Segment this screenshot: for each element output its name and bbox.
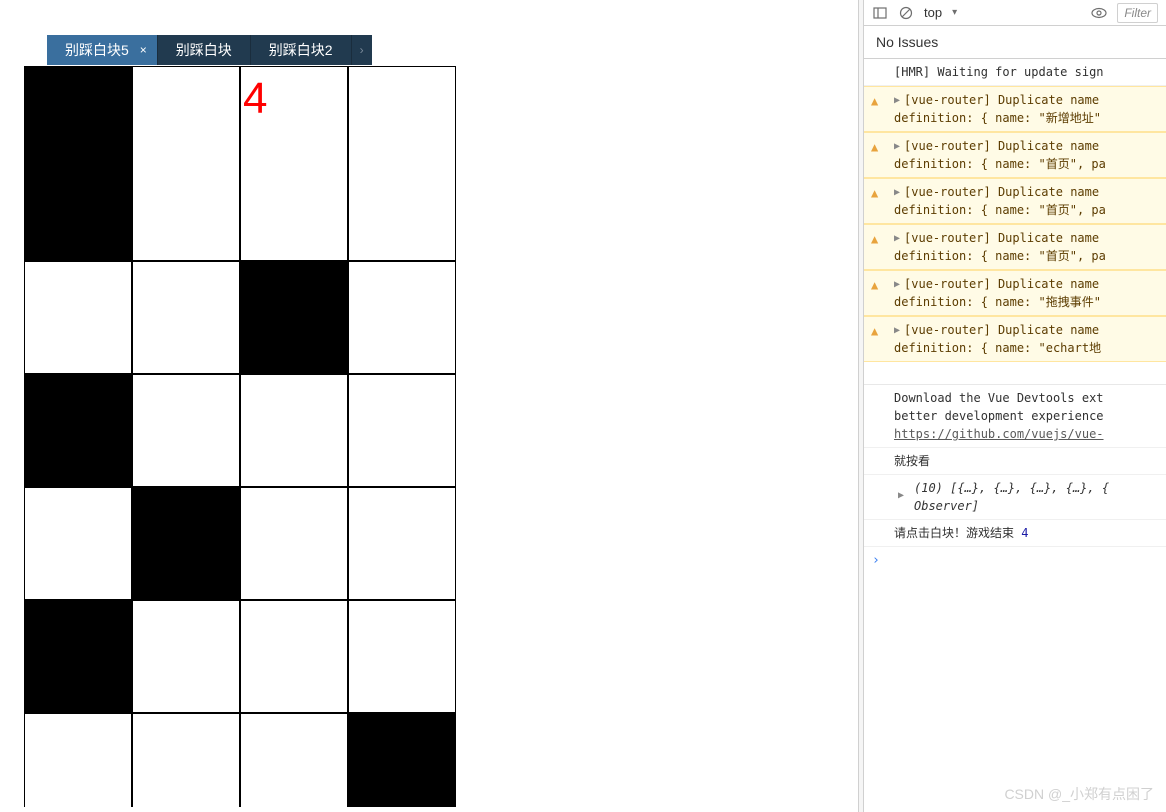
white-tile[interactable] [24,713,132,807]
console-warning[interactable]: ▲▶[vue-router] Duplicate namedefinition:… [864,86,1166,132]
watermark: CSDN @_小郑有点困了 [1004,784,1154,804]
expand-arrow-icon[interactable]: ▶ [894,277,900,292]
console-log[interactable]: 就按看 [864,448,1166,475]
game-container: 别踩白块5 × 别踩白块 别踩白块2 › 4 [24,32,456,807]
tabs-bar: 别踩白块5 × 别踩白块 别踩白块2 › [47,35,456,65]
console-log[interactable]: 请点击白块！游戏结束 4 [864,520,1166,547]
tab-scroll-right[interactable]: › [352,35,372,65]
expand-arrow-icon[interactable]: ▶ [898,488,904,503]
console-toolbar: top ▾ Filter [864,0,1166,26]
warning-icon: ▲ [871,138,878,156]
white-tile[interactable] [240,487,348,600]
console-log[interactable]: [HMR] Waiting for update sign [864,59,1166,86]
black-tile[interactable] [24,600,132,713]
tab-label: 别踩白块 [176,40,232,60]
console-warning[interactable]: ▲▶[vue-router] Duplicate namedefinition:… [864,132,1166,178]
console-warning[interactable]: ▲▶[vue-router] Duplicate namedefinition:… [864,224,1166,270]
console-warning[interactable]: ▲▶[vue-router] Duplicate namedefinition:… [864,178,1166,224]
white-tile[interactable] [132,261,240,374]
issues-bar[interactable]: No Issues [864,26,1166,59]
white-tile[interactable] [348,600,456,713]
expand-arrow-icon[interactable]: ▶ [894,185,900,200]
console-prompt[interactable]: › [864,547,1166,574]
clear-console-icon[interactable] [898,5,914,21]
white-tile[interactable] [240,713,348,807]
expand-arrow-icon[interactable]: ▶ [894,139,900,154]
devtools-panel: top ▾ Filter No Issues [HMR] Waiting for… [864,0,1166,812]
black-tile[interactable] [24,374,132,487]
white-tile[interactable] [132,600,240,713]
tab[interactable]: 别踩白块5 × [47,35,158,65]
app-preview-pane: 别踩白块5 × 别踩白块 别踩白块2 › 4 [0,0,858,812]
context-chevron-icon[interactable]: ▾ [952,7,957,18]
warning-icon: ▲ [871,92,878,110]
console-warning[interactable]: ▲▶[vue-router] Duplicate namedefinition:… [864,316,1166,362]
black-tile[interactable] [24,66,132,261]
warning-icon: ▲ [871,230,878,248]
expand-arrow-icon[interactable]: ▶ [894,323,900,338]
console-body: [HMR] Waiting for update sign▲▶[vue-rout… [864,59,1166,574]
score-display: 4 [243,74,267,124]
white-tile[interactable] [348,487,456,600]
white-tile[interactable] [240,600,348,713]
black-tile[interactable] [240,261,348,374]
white-tile[interactable] [24,487,132,600]
tab[interactable]: 别踩白块 [158,35,251,65]
white-tile[interactable] [132,374,240,487]
expand-arrow-icon[interactable]: ▶ [894,93,900,108]
close-icon[interactable]: × [140,43,147,57]
white-tile[interactable] [348,374,456,487]
sidebar-toggle-icon[interactable] [872,5,888,21]
filter-input[interactable]: Filter [1117,3,1158,23]
tab-label: 别踩白块2 [269,40,333,60]
white-tile[interactable] [348,66,456,261]
console-object[interactable]: ▶(10) [{…}, {…}, {…}, {…}, {Observer] [864,475,1166,520]
black-tile[interactable] [132,487,240,600]
white-tile[interactable] [24,261,132,374]
console-log[interactable]: Download the Vue Devtools extbetter deve… [864,384,1166,448]
warning-icon: ▲ [871,184,878,202]
black-tile[interactable] [348,713,456,807]
warning-icon: ▲ [871,322,878,340]
warning-icon: ▲ [871,276,878,294]
tab-label: 别踩白块5 [65,40,129,60]
tab[interactable]: 别踩白块2 [251,35,352,65]
console-warning[interactable]: ▲▶[vue-router] Duplicate namedefinition:… [864,270,1166,316]
tile-grid [24,66,456,807]
context-selector[interactable]: top [924,5,942,20]
white-tile[interactable] [348,261,456,374]
white-tile[interactable] [132,66,240,261]
white-tile[interactable] [132,713,240,807]
eye-icon[interactable] [1091,5,1107,21]
white-tile[interactable] [240,374,348,487]
expand-arrow-icon[interactable]: ▶ [894,231,900,246]
